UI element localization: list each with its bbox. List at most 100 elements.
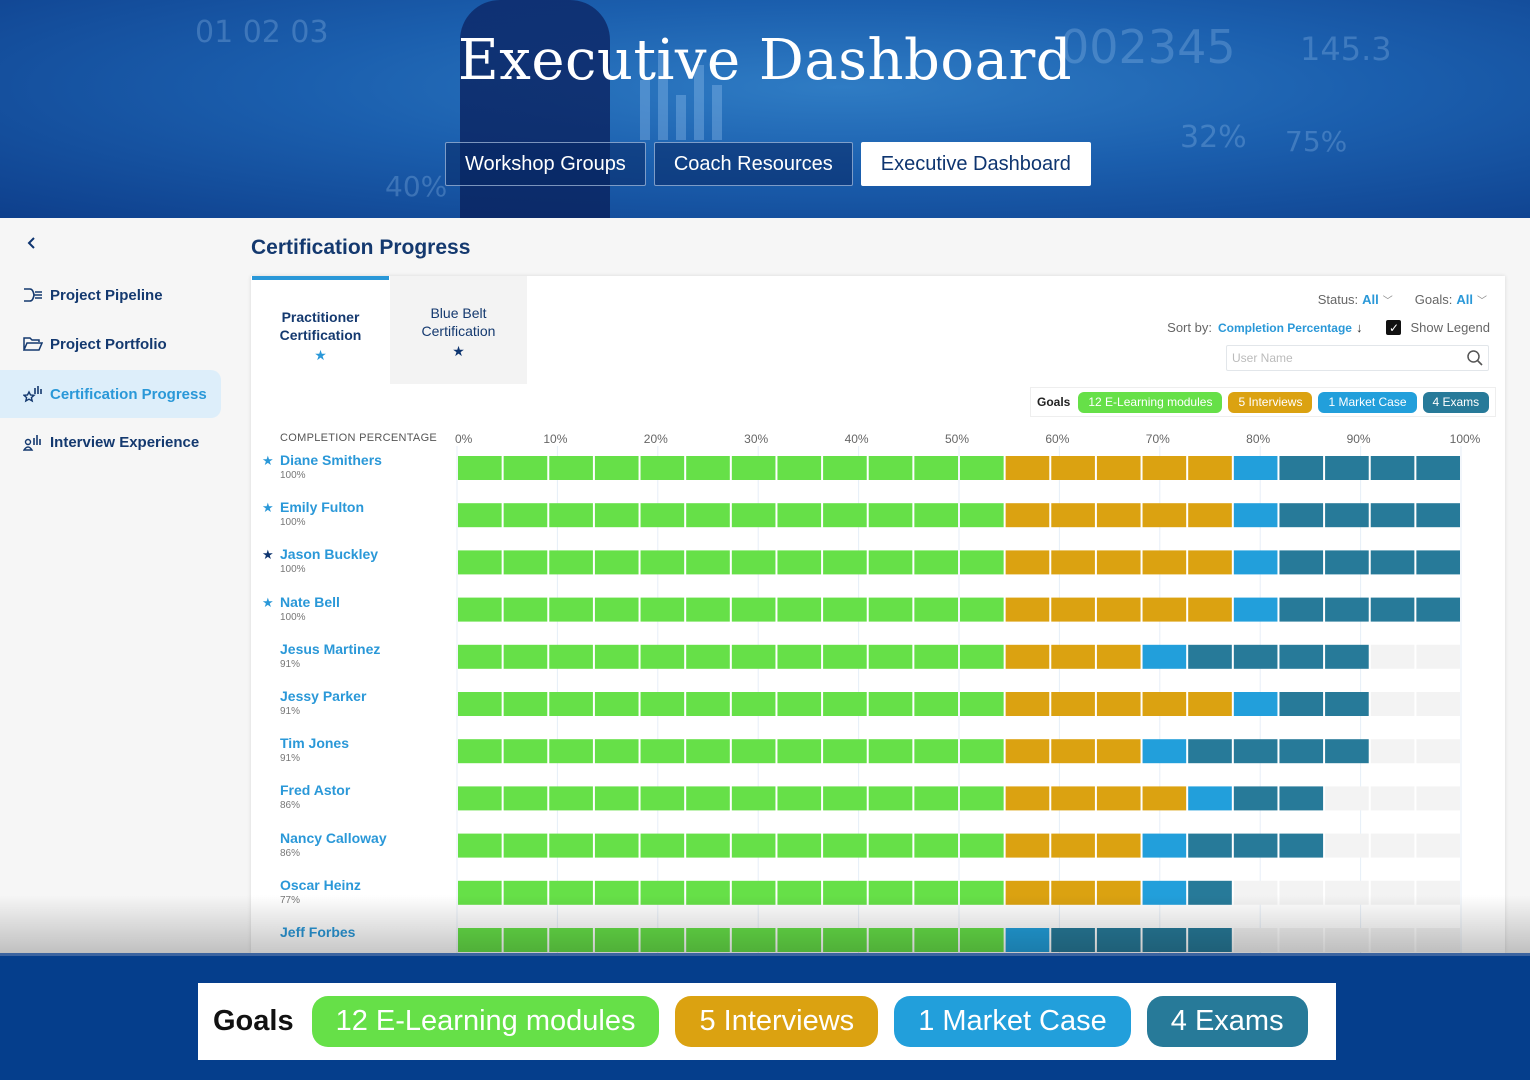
sidebar-item-project-portfolio[interactable]: Project Portfolio [0,320,221,368]
segment-elearning [823,833,867,858]
segment-elearning [594,692,639,716]
segment-exam [1416,503,1460,528]
segment-elearning [914,550,958,575]
segment-interview [1142,456,1187,480]
segment-elearning [640,739,685,764]
segment-interview [1096,456,1141,480]
segment-elearning [777,928,822,952]
user-name-link[interactable]: Tim Jones [280,735,349,751]
user-row-label: Nancy Calloway 86% [280,830,387,859]
sidebar-item-label: Project Portfolio [50,335,167,353]
user-name-link[interactable]: Jeff Forbes [280,924,355,940]
segment-elearning [823,503,867,528]
segment-empty [1233,928,1278,952]
segment-exam [1233,739,1278,764]
segment-interview [1096,786,1141,811]
sidebar-item-label: Interview Experience [50,433,200,451]
sidebar-item-label: Project Pipeline [50,286,163,304]
segment-elearning [458,928,502,952]
user-row-label: Jessy Parker 91% [280,688,366,717]
user-row-label: ★ Emily Fulton 100% [262,499,364,528]
segment-interview [1005,786,1050,811]
star-icon: ★ [262,453,274,468]
segment-elearning [960,692,1004,716]
segment-interview [1051,597,1095,622]
nav-coach-resources-button[interactable]: Coach Resources [653,142,853,186]
segment-exam [1142,928,1187,952]
completion-percent: 86% [280,847,301,859]
segment-interview [1005,550,1050,575]
segment-interview [1188,456,1232,480]
segment-interview [1005,456,1050,480]
sidebar-item-project-pipeline[interactable]: Project Pipeline [0,271,221,319]
user-name-link[interactable]: Jesus Martinez [280,641,380,657]
segment-elearning [640,456,685,480]
completion-percent: 100% [280,611,306,623]
segment-elearning [594,739,639,764]
segment-elearning [640,880,685,905]
x-tick-label: 90% [1347,432,1371,446]
segment-market-case [1233,550,1278,575]
segment-elearning [868,833,913,858]
completion-percent: 91% [280,753,301,765]
user-name-link[interactable]: Jessy Parker [280,688,366,704]
user-name-link[interactable]: Jason Buckley [280,546,378,562]
segment-elearning [549,880,593,905]
x-tick-label: 80% [1246,432,1270,446]
user-name-link[interactable]: Fred Astor [280,782,350,798]
segment-elearning [640,503,685,528]
completion-percent: 100% [280,564,306,576]
segment-elearning [914,644,958,669]
segment-elearning [640,597,685,622]
segment-elearning [777,833,822,858]
segment-interview [1051,503,1095,528]
completion-percent: 91% [280,706,301,717]
segment-market-case [1233,503,1278,528]
segment-elearning [868,644,913,669]
segment-interview [1051,550,1095,575]
user-name-link[interactable]: Nancy Calloway [280,830,387,846]
segment-elearning [777,644,822,669]
segment-elearning [503,692,548,716]
segment-elearning [503,786,548,811]
segment-elearning [823,739,867,764]
nav-workshop-groups-button[interactable]: Workshop Groups [445,142,646,186]
segment-exam [1325,503,1369,528]
chevron-left-icon[interactable] [26,234,38,255]
segment-empty [1416,644,1460,669]
segment-elearning [640,644,685,669]
user-name-link[interactable]: Emily Fulton [280,499,364,515]
segment-exam [1233,833,1278,858]
segment-exam [1279,550,1324,575]
segment-exam [1188,739,1232,764]
user-row-label: Oscar Heinz 77% [280,877,361,906]
segment-elearning [549,456,593,480]
segment-elearning [686,928,730,952]
sidebar-item-interview-experience[interactable]: Interview Experience [0,418,221,466]
segment-elearning [594,456,639,480]
segment-exam [1188,833,1232,858]
segment-elearning [686,739,730,764]
segment-market-case [1005,928,1050,952]
sidebar-item-certification-progress[interactable]: Certification Progress [0,370,221,418]
segment-elearning [503,928,548,952]
user-name-link[interactable]: Diane Smithers [280,452,382,468]
segment-elearning [686,550,730,575]
segment-elearning [458,597,502,622]
segment-elearning [960,597,1004,622]
segment-interview [1096,692,1141,716]
segment-elearning [503,880,548,905]
user-row-label: ★ Nate Bell 100% [262,594,340,623]
user-name-link[interactable]: Nate Bell [280,594,340,610]
certification-card: Practitioner Certification ★ Blue Belt C… [251,276,1505,953]
segment-interview [1096,739,1141,764]
user-name-link[interactable]: Oscar Heinz [280,877,361,893]
segment-interview [1005,644,1050,669]
nav-executive-dashboard-button[interactable]: Executive Dashboard [860,142,1091,186]
x-tick-label: 20% [644,432,668,446]
segment-interview [1096,550,1141,575]
segment-elearning [549,550,593,575]
segment-empty [1279,880,1324,905]
segment-elearning [960,503,1004,528]
segment-elearning [960,456,1004,480]
